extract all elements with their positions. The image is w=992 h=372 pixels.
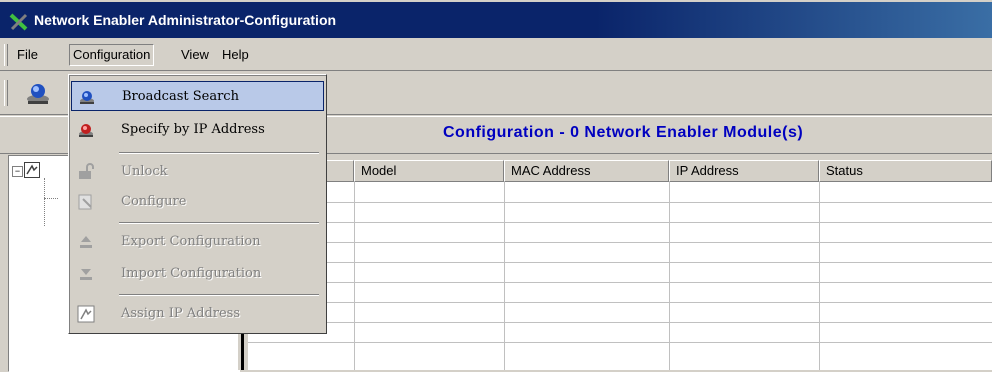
toolbar-grip[interactable] bbox=[4, 80, 8, 106]
column-header-ip-address[interactable]: IP Address bbox=[669, 160, 819, 182]
table-row bbox=[248, 302, 992, 303]
configure-icon bbox=[78, 194, 92, 210]
menu-item-label: Specify by IP Address bbox=[121, 122, 265, 137]
title-bar[interactable]: Network Enabler Administrator-Configurat… bbox=[0, 2, 992, 38]
column-header-status[interactable]: Status bbox=[819, 160, 992, 182]
menu-item-import-configuration[interactable]: Import Configuration bbox=[71, 259, 324, 289]
menu-bar-grip[interactable] bbox=[4, 44, 8, 66]
menu-item-label: Import Configuration bbox=[121, 266, 262, 281]
unlock-icon bbox=[79, 163, 94, 179]
assign-ip-icon bbox=[77, 305, 95, 323]
broadcast-search-icon bbox=[80, 91, 94, 104]
module-table[interactable]: Model MAC Address IP Address Status bbox=[248, 160, 992, 370]
column-header-mac-address[interactable]: MAC Address bbox=[504, 160, 669, 182]
menu-item-specify-by-ip[interactable]: Specify by IP Address bbox=[71, 115, 324, 145]
menu-separator bbox=[119, 152, 319, 154]
export-icon bbox=[80, 236, 92, 248]
menu-item-label: Broadcast Search bbox=[122, 89, 239, 104]
menu-item-configure[interactable]: Configure bbox=[71, 187, 324, 217]
specify-ip-icon bbox=[79, 124, 93, 137]
menu-view[interactable]: View bbox=[178, 46, 212, 64]
menu-item-export-configuration[interactable]: Export Configuration bbox=[71, 227, 324, 257]
table-row bbox=[248, 322, 992, 323]
table-row bbox=[248, 242, 992, 243]
window-title: Network Enabler Administrator-Configurat… bbox=[34, 12, 337, 28]
menu-separator bbox=[119, 222, 319, 224]
tree-connector bbox=[44, 198, 58, 200]
menu-configuration[interactable]: Configuration bbox=[69, 44, 155, 66]
tree-connector bbox=[44, 178, 46, 226]
menu-item-label: Unlock bbox=[121, 164, 168, 179]
menu-item-unlock[interactable]: Unlock bbox=[71, 157, 324, 187]
table-row bbox=[248, 262, 992, 263]
broadcast-search-icon[interactable] bbox=[22, 77, 54, 109]
menu-help[interactable]: Help bbox=[219, 46, 252, 64]
import-icon bbox=[80, 269, 92, 280]
menu-item-label: Export Configuration bbox=[121, 234, 261, 249]
menu-item-assign-ip-address[interactable]: Assign IP Address bbox=[71, 299, 324, 329]
menu-bar: File Configuration View Help bbox=[0, 40, 992, 71]
table-row bbox=[248, 202, 992, 203]
configuration-dropdown-menu: Broadcast Search Specify by IP Address U… bbox=[68, 74, 327, 334]
table-row bbox=[248, 222, 992, 223]
menu-item-label: Configure bbox=[121, 194, 187, 209]
tree-collapse-icon[interactable]: − bbox=[12, 166, 23, 177]
table-row bbox=[248, 342, 992, 343]
tree-root-icon[interactable] bbox=[24, 162, 40, 178]
column-header-model[interactable]: Model bbox=[354, 160, 504, 182]
menu-item-broadcast-search[interactable]: Broadcast Search bbox=[71, 81, 324, 111]
page-title: Configuration - 0 Network Enabler Module… bbox=[443, 124, 804, 141]
menu-file[interactable]: File bbox=[14, 46, 41, 64]
menu-item-label: Assign IP Address bbox=[121, 306, 241, 321]
app-icon bbox=[9, 13, 28, 31]
menu-separator bbox=[119, 294, 319, 296]
table-row bbox=[248, 282, 992, 283]
